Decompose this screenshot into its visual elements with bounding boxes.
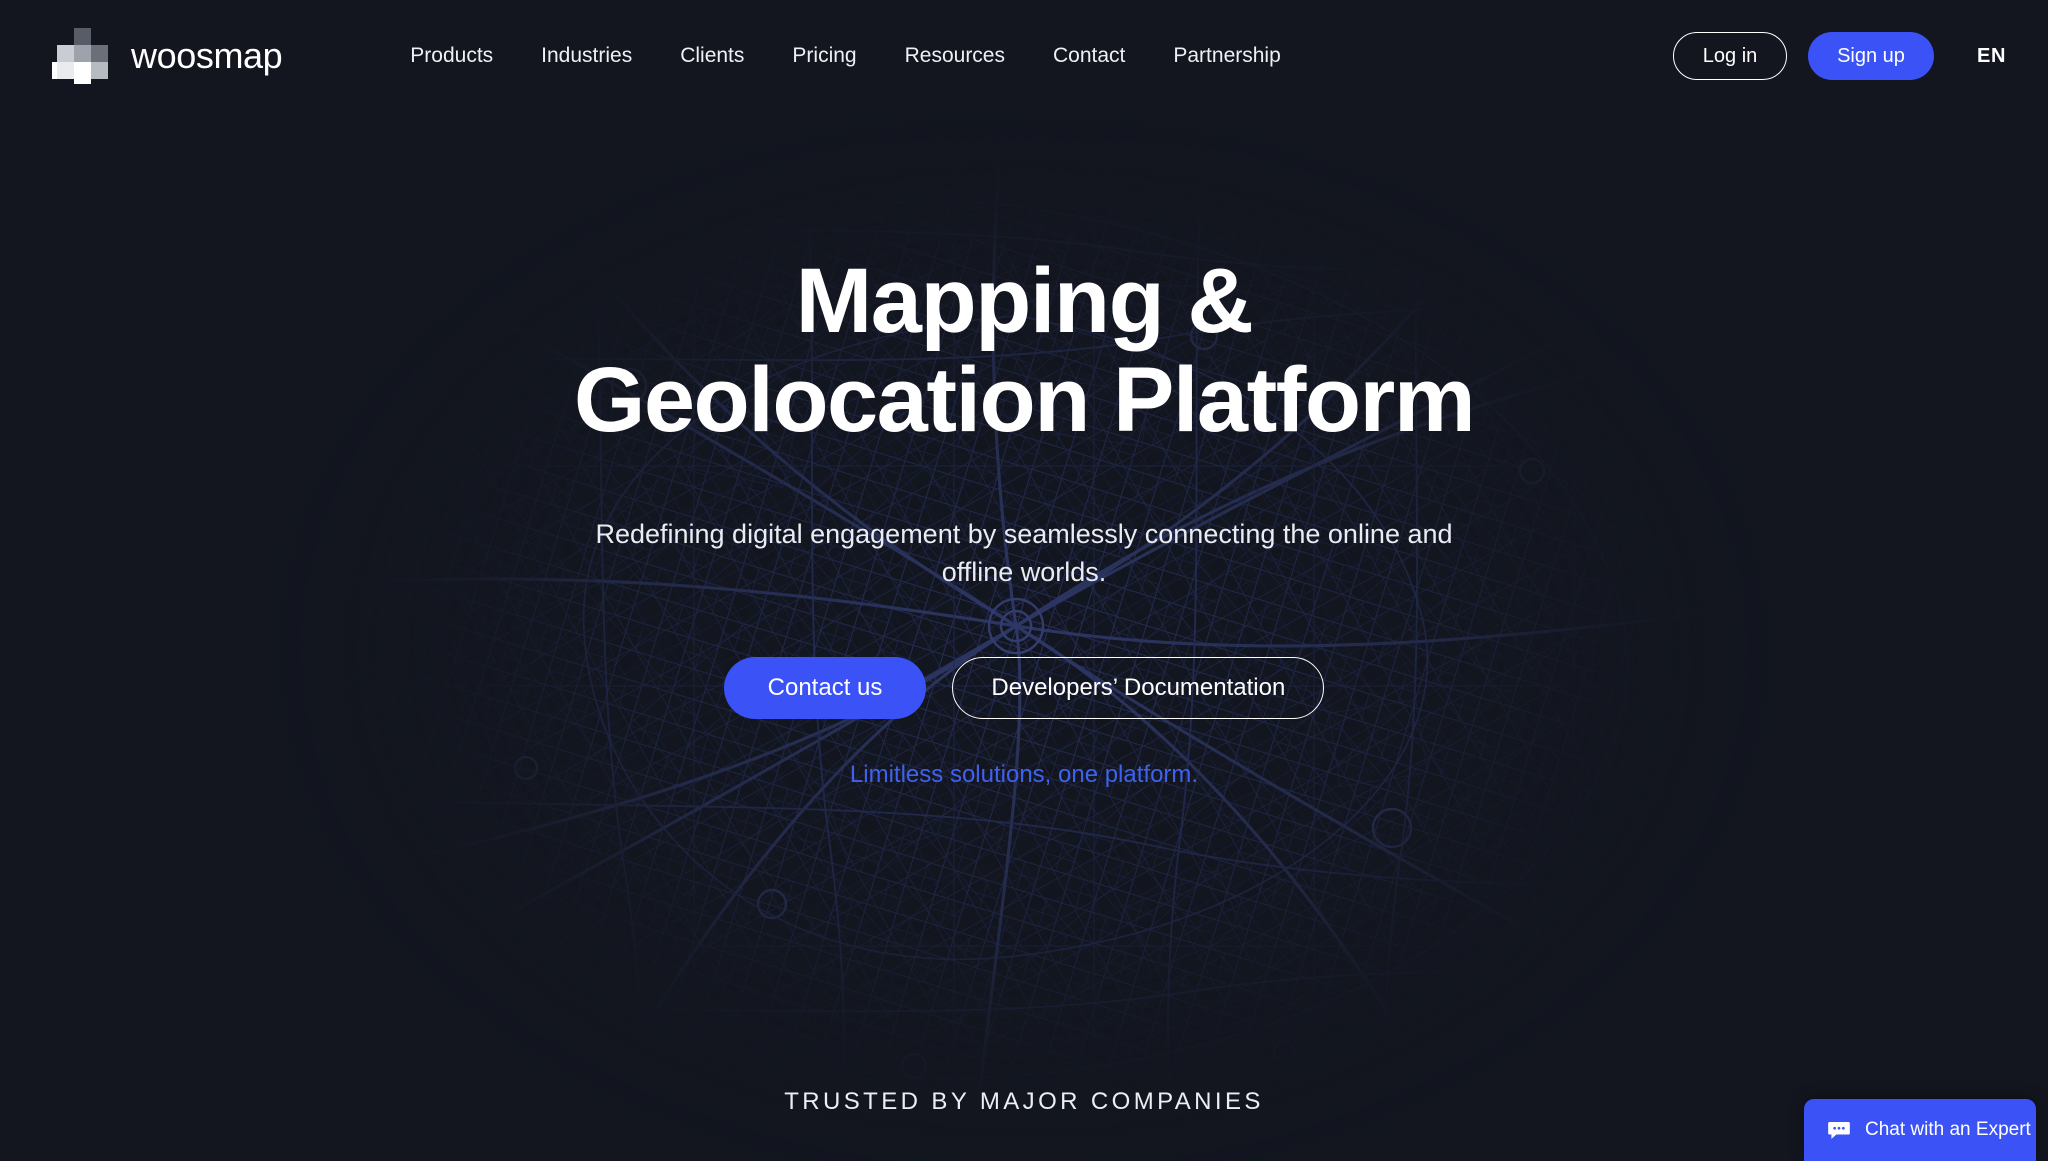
nav-item-industries[interactable]: Industries — [539, 38, 634, 74]
nav-item-clients[interactable]: Clients — [678, 38, 746, 74]
nav-item-pricing[interactable]: Pricing — [790, 38, 858, 74]
brand-logo-link[interactable]: woosmap — [52, 28, 283, 84]
page-title: Mapping & Geolocation Platform — [573, 250, 1476, 452]
trusted-by-heading: TRUSTED BY MAJOR COMPANIES — [784, 1088, 1264, 1115]
chat-with-expert-widget[interactable]: Chat with an Expert — [1804, 1099, 2036, 1161]
chat-bubble-icon — [1828, 1121, 1850, 1139]
developers-documentation-button[interactable]: Developers’ Documentation — [952, 657, 1325, 720]
nav-item-products[interactable]: Products — [408, 38, 495, 74]
language-selector[interactable]: EN — [1977, 45, 2006, 68]
hero-subtitle: Redefining digital engagement by seamles… — [595, 518, 1453, 588]
woosmap-pinwheel-logo-icon — [52, 28, 114, 84]
hero-title-line-2: Geolocation Platform — [573, 349, 1476, 452]
hero-cta-group: Contact us Developers’ Documentation — [723, 657, 1325, 720]
hero-title-line-1: Mapping & — [795, 250, 1254, 352]
login-button[interactable]: Log in — [1673, 32, 1788, 80]
map-street-grid — [274, 86, 1774, 1161]
site-header: woosmap Products Industries Clients Pric… — [0, 0, 2048, 112]
nav-item-partnership[interactable]: Partnership — [1171, 38, 1282, 74]
chat-widget-label: Chat with an Expert — [1865, 1119, 2031, 1140]
hero-tagline: Limitless solutions, one platform. — [849, 761, 1199, 789]
contact-us-button[interactable]: Contact us — [723, 657, 927, 720]
brand-name: woosmap — [131, 35, 283, 76]
signup-button[interactable]: Sign up — [1808, 32, 1935, 80]
nav-item-contact[interactable]: Contact — [1051, 38, 1127, 74]
main-navigation: Products Industries Clients Pricing Reso… — [408, 38, 1282, 74]
nav-item-resources[interactable]: Resources — [903, 38, 1007, 74]
header-actions: Log in Sign up EN — [1673, 32, 2006, 80]
